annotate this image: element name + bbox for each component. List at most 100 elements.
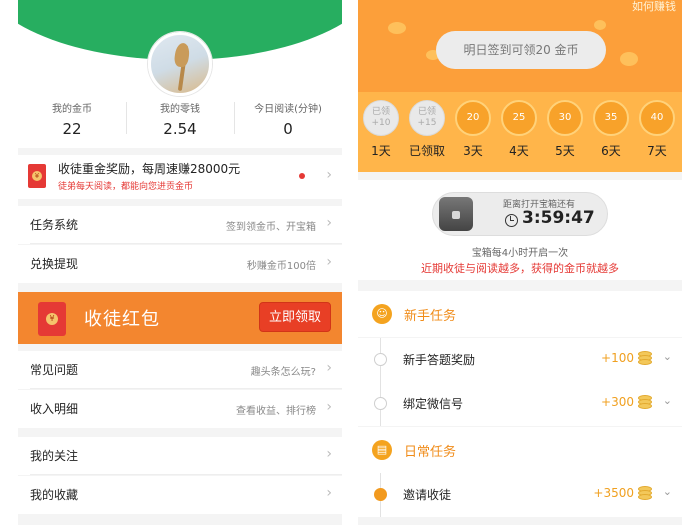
treasure-chest-section: 距离打开宝箱还有 3:59:47 宝箱每4小时开启一次 近期收徒与阅读越多，获得… [358,180,682,280]
day-reward-badge: 20 [455,100,491,136]
menu-item-income[interactable]: 收入明细 查看收益、排行榜 › [18,390,342,428]
menu-hint: 签到领金币、开宝箱 [226,222,316,233]
how-to-earn-link[interactable]: 如何赚钱 [632,0,676,14]
signin-header: 如何赚钱 明日签到可领20 金币 已领 +10 1天 已领 +15 已领取 20… [358,0,682,172]
task-name: 新手答题奖励 [403,353,476,367]
day-4[interactable]: 25 4天 [501,100,537,159]
coin-stack-icon [638,395,652,411]
day-reward-badge: 已领 +15 [409,100,445,136]
day-label: 已领取 [409,144,446,158]
menu-item-favorites[interactable]: 我的收藏 › [18,476,342,514]
stat-coins[interactable]: 我的金币 22 [18,100,126,138]
chest-countdown: 3:59:47 [522,208,595,228]
menu-item-following[interactable]: 我的关注 › [18,437,342,475]
banner-title: 收徒红包 [84,309,160,330]
day-6[interactable]: 35 6天 [593,100,629,159]
day-2[interactable]: 已领 +15 已领取 [409,100,445,159]
tasks-screen: 如何赚钱 明日签到可领20 金币 已领 +10 1天 已领 +15 已领取 20… [358,0,682,525]
stat-value: 0 [283,120,293,138]
treasure-chest-icon [439,197,473,231]
day-label: 6天 [601,144,621,158]
stat-label: 今日阅读(分钟) [254,104,322,115]
stat-value: 2.54 [163,120,197,138]
task-name: 绑定微信号 [403,397,464,411]
clock-icon [505,214,518,227]
chevron-down-icon[interactable]: ⌄ [663,394,672,407]
menu-label: 兑换提现 [30,257,79,271]
reward-title: 收徒重金奖励，每周速赚28000元 [58,162,241,176]
chevron-right-icon: › [326,399,332,415]
signin-button[interactable]: 明日签到可领20 金币 [436,31,606,69]
menu-label: 我的关注 [30,449,79,463]
section-title: 日常任务 [404,445,457,460]
red-envelope-icon: ¥ [28,164,46,188]
menu-hint: 趣头条怎么玩? [250,367,316,378]
menu-hint: 秒赚金币100倍 [246,261,316,272]
chevron-right-icon: › [326,215,332,231]
section-newbie-tasks: ☺ 新手任务 [358,291,682,337]
timeline-node [374,397,387,410]
menu-label: 任务系统 [30,218,79,232]
day-reward-badge: 25 [501,100,537,136]
stats-row: 我的金币 22 我的零钱 2.54 今日阅读(分钟) 0 [18,100,342,138]
chest-timer[interactable]: 距离打开宝箱还有 3:59:47 [432,192,608,236]
notification-dot [299,173,305,179]
avatar[interactable] [148,32,212,96]
day-label: 5天 [555,144,575,158]
section-title: 新手任务 [404,309,457,324]
task-reward: +300 [601,395,634,409]
chevron-right-icon: › [326,485,332,501]
task-reward: +3500 [593,486,634,500]
chevron-right-icon: › [326,167,332,183]
chevron-down-icon[interactable]: ⌄ [663,485,672,498]
menu-label: 我的收藏 [30,488,79,502]
menu-label: 收入明细 [30,402,79,416]
person-icon: ☺ [372,304,392,324]
signin-days: 已领 +10 1天 已领 +15 已领取 20 3天 25 4天 30 5天 3… [358,100,682,166]
day-reward-badge: 40 [639,100,675,136]
stat-value: 22 [62,120,82,138]
claim-now-button[interactable]: 立即领取 [259,302,331,332]
chevron-down-icon[interactable]: ⌄ [663,350,672,363]
coin-stack-icon [638,486,652,502]
stat-change[interactable]: 我的零钱 2.54 [126,100,234,138]
coin-stack-icon [638,351,652,367]
task-invite-apprentice[interactable]: 邀请收徒 +3500 ⌄ [358,473,682,517]
day-1[interactable]: 已领 +10 1天 [363,100,399,159]
stat-label: 我的金币 [52,104,92,115]
menu-item-faq[interactable]: 常见问题 趣头条怎么玩? › [18,351,342,389]
day-7[interactable]: 40 7天 [639,100,675,159]
chevron-right-icon: › [326,254,332,270]
day-label: 1天 [371,144,391,158]
task-reward: +100 [601,351,634,365]
menu-item-withdraw[interactable]: 兑换提现 秒赚金币100倍 › [18,245,342,283]
task-quiz-reward[interactable]: 新手答题奖励 +100 ⌄ [358,338,682,382]
apprentice-reward-row[interactable]: ¥ 收徒重金奖励，每周速赚28000元 徒弟每天阅读，都能向您进贡金币 › [18,155,342,199]
stat-label: 我的零钱 [160,104,200,115]
section-daily-tasks: ▤ 日常任务 [358,427,682,473]
chest-tip: 近期收徒与阅读越多，获得的金币就越多 [421,262,619,275]
day-reward-badge: 已领 +10 [363,100,399,136]
chest-info: 宝箱每4小时开启一次 [471,248,569,259]
timeline-node [374,488,387,501]
day-3[interactable]: 20 3天 [455,100,491,159]
day-label: 4天 [509,144,529,158]
day-label: 3天 [463,144,483,158]
apprentice-red-packet-banner[interactable]: ¥ 收徒红包 立即领取 [18,292,342,344]
task-name: 邀请收徒 [403,488,452,502]
calendar-icon: ▤ [372,440,392,460]
timeline-node [374,353,387,366]
day-label: 7天 [647,144,667,158]
menu-label: 常见问题 [30,363,79,377]
day-5[interactable]: 30 5天 [547,100,583,159]
menu-hint: 查看收益、排行榜 [236,406,316,417]
day-reward-badge: 30 [547,100,583,136]
reward-subtitle: 徒弟每天阅读，都能向您进贡金币 [58,182,194,192]
day-reward-badge: 35 [593,100,629,136]
stat-reading[interactable]: 今日阅读(分钟) 0 [234,100,342,138]
menu-item-tasks[interactable]: 任务系统 签到领金币、开宝箱 › [18,206,342,244]
task-bind-wechat[interactable]: 绑定微信号 +300 ⌄ [358,382,682,426]
profile-screen: 我的金币 22 我的零钱 2.54 今日阅读(分钟) 0 ¥ 收徒重金奖励，每周… [18,0,342,525]
red-envelope-icon: ¥ [38,302,66,336]
profile-header: 我的金币 22 我的零钱 2.54 今日阅读(分钟) 0 [18,0,342,148]
